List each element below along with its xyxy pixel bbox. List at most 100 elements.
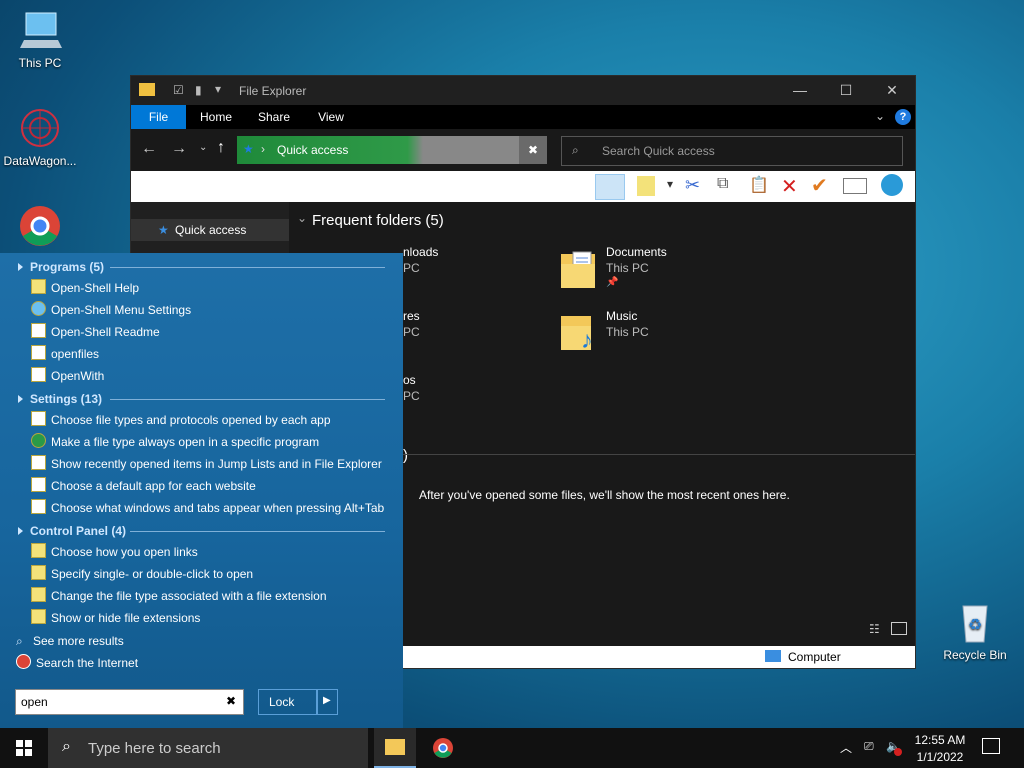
folder-name[interactable]: res	[403, 309, 420, 323]
tab-view[interactable]: View	[306, 105, 356, 129]
section-control-panel[interactable]: Control Panel (4)	[18, 524, 126, 538]
desktop-icon-recycle-bin[interactable]: ♻ Recycle Bin	[935, 600, 1015, 662]
tab-file[interactable]: File	[131, 105, 186, 129]
frequent-folders-header[interactable]: Frequent folders (5)	[312, 212, 444, 229]
windows-logo-icon	[16, 740, 32, 756]
result-item[interactable]: Open-Shell Readme	[31, 322, 160, 342]
settings-icon	[31, 411, 46, 426]
result-item[interactable]: Change the file type associated with a f…	[31, 586, 327, 606]
clock[interactable]: 12:55 AM 1/1/2022	[910, 728, 970, 768]
power-options-button[interactable]: ▶	[316, 689, 338, 715]
back-arrow-icon[interactable]: ←	[141, 140, 157, 158]
recent-locations-icon[interactable]: ⌄	[199, 142, 207, 153]
start-menu-search-results: Programs (5) Open-Shell Help Open-Shell …	[0, 253, 403, 728]
section-programs[interactable]: Programs (5)	[18, 260, 104, 274]
result-item[interactable]: Make a file type always open in a specif…	[31, 432, 319, 452]
divider	[110, 399, 385, 400]
star-icon: ★	[243, 142, 254, 156]
network-icon[interactable]: ⎚	[864, 739, 874, 754]
jumplist-icon	[31, 455, 46, 470]
large-icons-view-icon[interactable]	[891, 622, 907, 635]
properties-icon[interactable]: ☑	[173, 83, 184, 97]
collapse-chevron-icon[interactable]: ⌄	[297, 211, 307, 225]
result-item[interactable]: Choose how you open links	[31, 542, 198, 562]
divider	[110, 267, 385, 268]
copy-icon[interactable]: ⧉	[717, 175, 728, 193]
desktop-icon-label: This PC	[18, 56, 62, 70]
navigation-pane-icon[interactable]	[595, 174, 625, 200]
new-folder-icon[interactable]: ▮	[195, 83, 202, 97]
folder-location: PC	[403, 389, 420, 403]
result-item[interactable]: OpenWith	[31, 366, 104, 386]
delete-icon[interactable]: ✕	[781, 174, 798, 199]
minimize-button[interactable]: —	[777, 76, 823, 105]
open-shell-icon[interactable]	[881, 174, 903, 196]
customize-qat-icon[interactable]: ▾	[215, 82, 221, 96]
folder-icon	[385, 739, 405, 755]
computer-icon	[765, 650, 781, 662]
folder-name[interactable]: Music	[606, 309, 637, 323]
details-view-icon[interactable]: ☷	[869, 622, 880, 636]
clear-icon[interactable]: ✖	[519, 136, 547, 164]
view-options-icon[interactable]	[637, 176, 655, 196]
result-item[interactable]: openfiles	[31, 344, 99, 364]
svg-text:♪: ♪	[581, 327, 593, 352]
tab-home[interactable]: Home	[191, 105, 241, 129]
desktop-icon-datawagon[interactable]: DataWagon...	[0, 106, 80, 168]
desktop-icon-chrome[interactable]	[0, 204, 80, 252]
result-item[interactable]: Choose what windows and tabs appear when…	[31, 498, 384, 518]
properties-icon[interactable]	[843, 178, 867, 194]
forward-arrow-icon[interactable]: →	[171, 140, 187, 158]
chrome-icon	[16, 654, 31, 669]
tab-share[interactable]: Share	[249, 105, 299, 129]
result-item[interactable]: Open-Shell Menu Settings	[31, 300, 191, 320]
dropdown-icon[interactable]: ▾	[667, 177, 673, 191]
music-folder-icon[interactable]: ♪	[561, 312, 597, 354]
chevron-right-icon: ›	[261, 142, 265, 156]
result-item[interactable]: Open-Shell Help	[31, 278, 139, 298]
recent-empty-message: After you've opened some files, we'll sh…	[419, 488, 790, 502]
datawagon-icon	[18, 106, 62, 150]
ribbon-expand-icon[interactable]: ⌄	[875, 109, 885, 123]
cut-icon[interactable]: ✂	[685, 175, 700, 196]
pin-icon: 📌	[606, 277, 619, 288]
result-item[interactable]: Choose file types and protocols opened b…	[31, 410, 331, 430]
taskbar-chrome[interactable]	[422, 728, 464, 768]
folder-options-icon	[31, 543, 46, 558]
openwith-icon	[31, 367, 46, 382]
chevron-up-icon[interactable]: ︿	[840, 739, 852, 756]
taskbar-search-placeholder: Type here to search	[88, 740, 221, 757]
search-box[interactable]: ⌕ Search Quick access	[561, 136, 903, 166]
search-the-internet[interactable]: Search the Internet	[16, 653, 138, 673]
chrome-icon	[18, 204, 62, 248]
start-search-input[interactable]: open ✖	[15, 689, 244, 715]
address-bar[interactable]: ★ › Quick access ✖	[237, 136, 547, 164]
see-more-results[interactable]: ⌕ See more results	[16, 631, 124, 651]
clear-search-icon[interactable]: ✖	[226, 694, 236, 708]
recent-files-header[interactable]: )	[403, 447, 408, 464]
action-center-icon[interactable]	[982, 738, 1000, 754]
help-icon[interactable]: ?	[895, 109, 911, 125]
taskbar-file-explorer[interactable]	[374, 728, 416, 768]
result-item[interactable]: Show or hide file extensions	[31, 608, 200, 628]
start-button[interactable]	[0, 728, 48, 768]
folder-name[interactable]: os	[403, 373, 416, 387]
section-settings[interactable]: Settings (13)	[18, 392, 102, 406]
folder-name[interactable]: Documents	[606, 245, 667, 259]
result-item[interactable]: Choose a default app for each website	[31, 476, 256, 496]
maximize-button[interactable]: ☐	[823, 76, 869, 105]
documents-folder-icon[interactable]	[561, 250, 597, 290]
paste-icon[interactable]: 📋	[749, 175, 769, 195]
result-item[interactable]: Show recently opened items in Jump Lists…	[31, 454, 382, 474]
folder-name[interactable]: nloads	[403, 245, 438, 259]
result-item[interactable]: Specify single- or double-click to open	[31, 564, 253, 584]
lock-button[interactable]: Lock	[258, 689, 318, 715]
taskbar-search-box[interactable]: ⌕ Type here to search	[48, 728, 368, 768]
up-arrow-icon[interactable]: ↑	[217, 139, 225, 157]
rename-check-icon[interactable]: ✔	[811, 173, 828, 198]
lock-label: Lock	[269, 695, 295, 709]
desktop-icon-this-pc[interactable]: This PC	[0, 8, 80, 70]
document-icon	[31, 323, 46, 338]
nav-item-quick-access[interactable]: ★ Quick access	[131, 219, 289, 241]
close-button[interactable]: ✕	[869, 76, 915, 105]
